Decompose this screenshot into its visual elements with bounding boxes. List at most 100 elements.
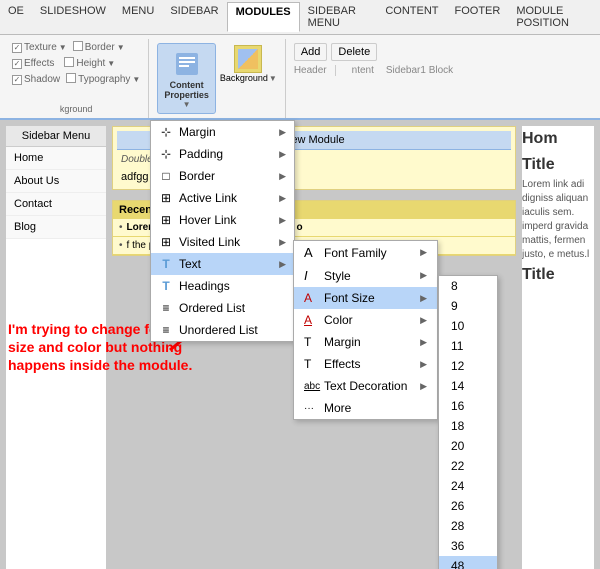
font-size-36[interactable]: 36 xyxy=(439,536,497,556)
visited-link-arrow: ▶ xyxy=(279,237,286,248)
content-properties-button[interactable]: ContentProperties ▼ xyxy=(157,43,216,114)
style-arrow: ▶ xyxy=(420,270,427,281)
padding-icon: ⊹ xyxy=(159,147,173,161)
nav-item-slideshow[interactable]: SLIDESHOW xyxy=(32,2,114,32)
border-menu-label: Border xyxy=(179,169,273,183)
nav-item-content[interactable]: CONTENT xyxy=(377,2,446,32)
menu-item-active-link[interactable]: ⊞ Active Link ▶ xyxy=(151,187,294,209)
content-btn-label: ContentProperties xyxy=(164,80,209,100)
font-size-10[interactable]: 10 xyxy=(439,316,497,336)
menu-item-unordered-list[interactable]: ≡ Unordered List xyxy=(151,319,294,341)
font-size-18[interactable]: 18 xyxy=(439,416,497,436)
ribbon: Texture ▼ Border ▼ Effects Height ▼ xyxy=(0,35,600,120)
unordered-list-label: Unordered List xyxy=(179,323,286,337)
font-size-12[interactable]: 12 xyxy=(439,356,497,376)
font-size-9[interactable]: 9 xyxy=(439,296,497,316)
nav-item-footer[interactable]: FOOTER xyxy=(446,2,508,32)
submenu-font-family[interactable]: A Font Family ▶ xyxy=(294,241,437,264)
nav-item-menu[interactable]: MENU xyxy=(114,2,162,32)
menu-item-padding[interactable]: ⊹ Padding ▶ xyxy=(151,143,294,165)
font-size-8[interactable]: 8 xyxy=(439,276,497,296)
hover-link-arrow: ▶ xyxy=(279,215,286,226)
style-icon: I xyxy=(304,268,320,283)
texture-checkbox[interactable] xyxy=(12,43,22,53)
submenu-color[interactable]: A Color ▶ xyxy=(294,309,437,331)
menu-item-visited-link[interactable]: ⊞ Visited Link ▶ xyxy=(151,231,294,253)
border-menu-arrow: ▶ xyxy=(279,171,286,182)
typography-arrow[interactable]: ▼ xyxy=(132,75,140,84)
shadow-label: Shadow xyxy=(24,74,60,85)
sidebar-item-contact[interactable]: Contact xyxy=(6,193,106,216)
font-family-label: Font Family xyxy=(324,246,387,260)
font-size-24[interactable]: 24 xyxy=(439,476,497,496)
background-icon xyxy=(234,45,262,73)
submenu-margin-arrow: ▶ xyxy=(420,337,427,348)
text-decoration-icon: abc xyxy=(304,381,320,392)
right-title-2: Title xyxy=(522,152,594,178)
color-icon: A xyxy=(304,313,320,327)
font-size-28[interactable]: 28 xyxy=(439,516,497,536)
font-size-20[interactable]: 20 xyxy=(439,436,497,456)
font-size-26[interactable]: 26 xyxy=(439,496,497,516)
menu-item-text[interactable]: T Text ▶ xyxy=(151,253,294,275)
menu-item-headings[interactable]: T Headings xyxy=(151,275,294,297)
font-size-11[interactable]: 11 xyxy=(439,336,497,356)
text-label: Text xyxy=(179,257,273,271)
typography-checkbox[interactable] xyxy=(66,73,76,83)
submenu-effects[interactable]: T Effects ▶ xyxy=(294,353,437,375)
nav-item-oe[interactable]: OE xyxy=(0,2,32,32)
visited-link-label: Visited Link xyxy=(179,235,273,249)
font-size-16[interactable]: 16 xyxy=(439,396,497,416)
submenu-effects-icon: T xyxy=(304,357,320,371)
right-title-1: Hom xyxy=(522,126,594,152)
border-icon: □ xyxy=(159,169,173,183)
right-panel: Hom Title Lorem link adi digniss aliquan… xyxy=(522,126,594,569)
sidebar-item-blog[interactable]: Blog xyxy=(6,216,106,239)
height-checkbox[interactable] xyxy=(64,57,74,67)
font-size-22[interactable]: 22 xyxy=(439,456,497,476)
hover-link-icon: ⊞ xyxy=(159,213,173,227)
submenu-margin-label: Margin xyxy=(324,335,361,349)
submenu-effects-arrow: ▶ xyxy=(420,359,427,370)
border-arrow[interactable]: ▼ xyxy=(117,43,125,52)
menu-item-hover-link[interactable]: ⊞ Hover Link ▶ xyxy=(151,209,294,231)
content-props-arrow: ▼ xyxy=(183,100,191,109)
shadow-checkbox[interactable] xyxy=(12,75,22,85)
font-size-48[interactable]: 48 xyxy=(439,556,497,569)
texture-arrow[interactable]: ▼ xyxy=(59,43,67,52)
effects-row: Effects Height ▼ xyxy=(12,57,140,70)
ordered-list-label: Ordered List xyxy=(179,301,286,315)
nav-item-sidebar[interactable]: SIDEBAR xyxy=(162,2,226,32)
nav-item-modules[interactable]: MODULES xyxy=(227,2,300,32)
border-label: Border xyxy=(85,42,115,53)
ribbon-kground-label: kground xyxy=(60,104,93,116)
submenu-text-decoration[interactable]: abc Text Decoration ▶ xyxy=(294,375,437,397)
font-size-14[interactable]: 14 xyxy=(439,376,497,396)
menu-item-border[interactable]: □ Border ▶ xyxy=(151,165,294,187)
effects-checkbox[interactable] xyxy=(12,59,22,69)
sidebar-item-about[interactable]: About Us xyxy=(6,170,106,193)
submenu-style[interactable]: I Style ▶ xyxy=(294,264,437,287)
delete-button[interactable]: Delete xyxy=(331,43,377,61)
header-label: Header xyxy=(294,65,336,76)
submenu-margin[interactable]: T Margin ▶ xyxy=(294,331,437,353)
height-arrow[interactable]: ▼ xyxy=(107,59,115,68)
headings-label: Headings xyxy=(179,279,286,293)
menu-item-ordered-list[interactable]: ≡ Ordered List xyxy=(151,297,294,319)
menu-item-margin[interactable]: ⊹ Margin ▶ xyxy=(151,121,294,143)
add-button[interactable]: Add xyxy=(294,43,328,61)
padding-arrow: ▶ xyxy=(279,149,286,160)
color-arrow: ▶ xyxy=(420,315,427,326)
background-button[interactable]: Background ▼ xyxy=(220,45,277,83)
bullet-2: • xyxy=(119,240,123,251)
submenu-more[interactable]: ··· More xyxy=(294,397,437,419)
nav-item-module-position[interactable]: MODULE POSITION xyxy=(508,2,600,32)
border-checkbox[interactable] xyxy=(73,41,83,51)
nav-item-sidebar-menu[interactable]: SIDEBAR MENU xyxy=(300,2,378,32)
text-submenu: A Font Family ▶ I Style ▶ A Font Size ▶ … xyxy=(293,240,438,420)
visited-link-icon: ⊞ xyxy=(159,235,173,249)
submenu-font-size[interactable]: A Font Size ▶ xyxy=(294,287,437,309)
sidebar-item-home[interactable]: Home xyxy=(6,147,106,170)
texture-row: Texture ▼ Border ▼ xyxy=(12,41,140,54)
text-decoration-label: Text Decoration xyxy=(324,379,407,393)
